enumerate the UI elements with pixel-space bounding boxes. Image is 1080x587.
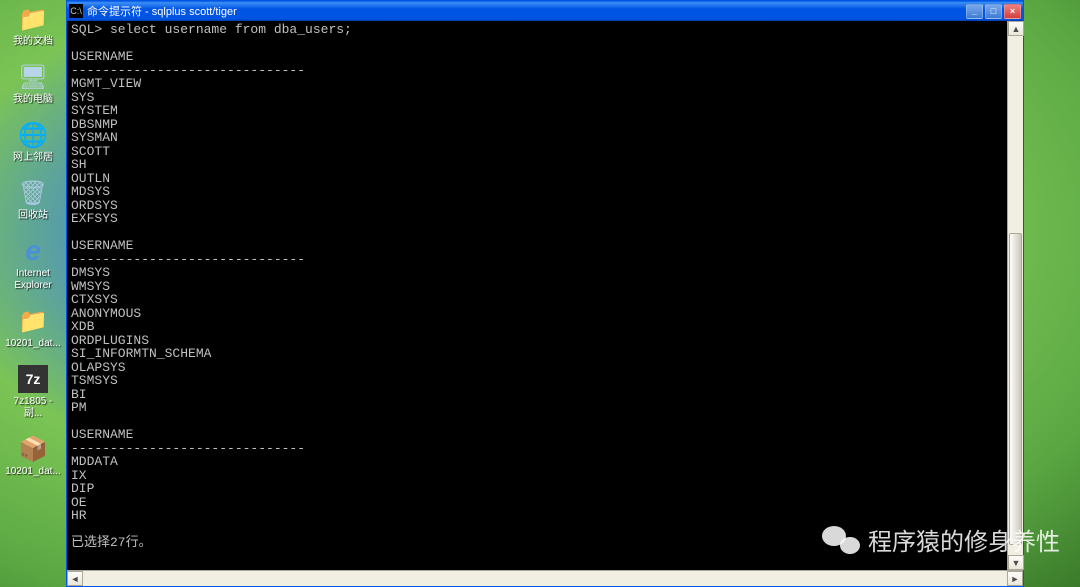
desktop-icon-label: 10201_dat... bbox=[5, 338, 61, 350]
command-prompt-window: C:\ 命令提示符 - sqlplus scott/tiger _ □ × SQ… bbox=[66, 0, 1024, 587]
scroll-left-button[interactable]: ◄ bbox=[67, 571, 83, 586]
desktop-icon-label: 我的文档 bbox=[13, 36, 53, 48]
window-controls: _ □ × bbox=[966, 4, 1021, 19]
7z-icon: 7z bbox=[17, 363, 49, 395]
desktop-icon-my-documents[interactable]: 📁 我的文档 bbox=[3, 3, 63, 48]
scroll-up-button[interactable]: ▲ bbox=[1008, 21, 1024, 36]
desktop-icon-recycle-bin[interactable]: 🗑 回收站 bbox=[3, 177, 63, 222]
cmd-icon: C:\ bbox=[69, 4, 83, 18]
zip-icon: 📦 bbox=[17, 433, 49, 465]
horizontal-scrollbar[interactable]: ◄ ► bbox=[67, 570, 1023, 586]
network-icon: 🌐 bbox=[17, 119, 49, 151]
my-documents-icon: 📁 bbox=[17, 3, 49, 35]
desktop-icon-label: 10201_dat... bbox=[5, 466, 61, 478]
terminal-output[interactable]: SQL> select username from dba_users; USE… bbox=[67, 21, 1023, 570]
desktop-icon-my-computer[interactable]: 🖥 我的电脑 bbox=[3, 61, 63, 106]
watermark-text: 程序猿的修身养性 bbox=[868, 522, 1060, 557]
desktop-icon-label: 我的电脑 bbox=[13, 94, 53, 106]
desktop-icon-label: Internet Explorer bbox=[3, 268, 63, 292]
desktop-icon-zip[interactable]: 📦 10201_dat... bbox=[3, 433, 63, 478]
scroll-right-button[interactable]: ► bbox=[1007, 571, 1023, 586]
desktop-icon-7z[interactable]: 7z 7z1805 - 副... bbox=[3, 363, 63, 420]
desktop-icons-container: 📁 我的文档 🖥 我的电脑 🌐 网上邻居 🗑 回收站 e Internet Ex… bbox=[3, 3, 63, 478]
window-titlebar[interactable]: C:\ 命令提示符 - sqlplus scott/tiger _ □ × bbox=[67, 1, 1023, 21]
vertical-scrollbar[interactable]: ▲ ▼ bbox=[1007, 21, 1023, 570]
ie-icon: e bbox=[17, 235, 49, 267]
desktop-icon-label: 7z1805 - 副... bbox=[3, 396, 63, 420]
scroll-thumb[interactable] bbox=[1009, 233, 1022, 544]
watermark: 程序猿的修身养性 bbox=[822, 522, 1060, 557]
window-title: 命令提示符 - sqlplus scott/tiger bbox=[87, 3, 966, 19]
my-computer-icon: 🖥 bbox=[17, 61, 49, 93]
desktop-icon-network[interactable]: 🌐 网上邻居 bbox=[3, 119, 63, 164]
desktop-icon-label: 回收站 bbox=[18, 210, 48, 222]
folder-icon: 📁 bbox=[17, 305, 49, 337]
close-button[interactable]: × bbox=[1004, 4, 1021, 19]
desktop-icon-ie[interactable]: e Internet Explorer bbox=[3, 235, 63, 292]
desktop-background: 📁 我的文档 🖥 我的电脑 🌐 网上邻居 🗑 回收站 e Internet Ex… bbox=[0, 0, 1080, 587]
wechat-icon bbox=[822, 524, 860, 556]
desktop-icon-label: 网上邻居 bbox=[13, 152, 53, 164]
desktop-icon-folder-1[interactable]: 📁 10201_dat... bbox=[3, 305, 63, 350]
scroll-track-h[interactable] bbox=[83, 571, 1007, 586]
maximize-button[interactable]: □ bbox=[985, 4, 1002, 19]
recycle-bin-icon: 🗑 bbox=[17, 177, 49, 209]
minimize-button[interactable]: _ bbox=[966, 4, 983, 19]
scroll-down-button[interactable]: ▼ bbox=[1008, 555, 1024, 570]
scroll-track-v[interactable] bbox=[1008, 36, 1023, 555]
